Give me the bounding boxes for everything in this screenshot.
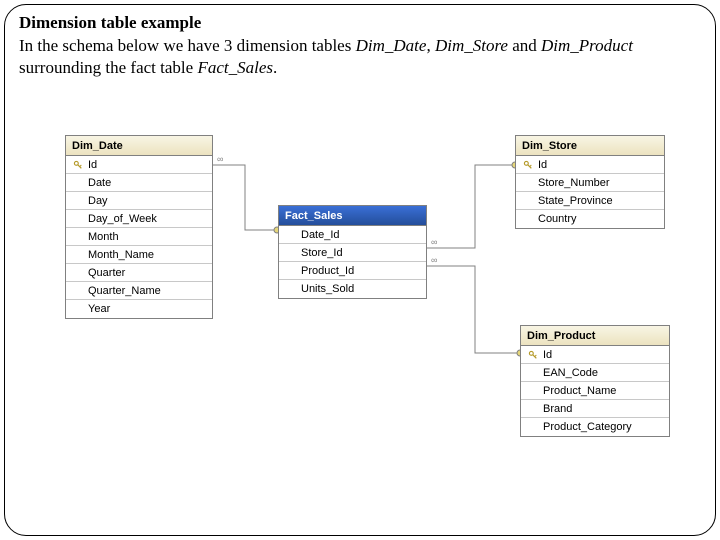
field-name: Product_Name xyxy=(541,385,616,397)
field-name: Product_Id xyxy=(299,265,354,277)
field-row: Country xyxy=(516,210,664,228)
field-name: Id xyxy=(86,159,97,171)
intro-term: Dim_Store xyxy=(435,36,508,55)
table-body: Id Store_Number State_Province Country xyxy=(516,156,664,228)
field-row: Month_Name xyxy=(66,246,212,264)
primary-key-icon xyxy=(525,350,541,360)
field-name: Month_Name xyxy=(86,249,154,261)
primary-key-icon xyxy=(70,160,86,170)
intro-part: and xyxy=(508,36,541,55)
field-name: Country xyxy=(536,213,577,225)
intro-part: . xyxy=(273,58,277,77)
intro-part: surrounding the fact table xyxy=(19,58,197,77)
table-body: Id Date Day Day_of_Week Month Month_Name Quart… xyxy=(66,156,212,318)
intro-term: Fact_Sales xyxy=(197,58,273,77)
field-row: EAN_Code xyxy=(521,364,669,382)
table-body: Id EAN_Code Product_Name Brand Product_Categ… xyxy=(521,346,669,436)
svg-text:∞: ∞ xyxy=(217,154,223,164)
field-name: Date xyxy=(86,177,111,189)
field-row: Brand xyxy=(521,400,669,418)
intro-part: In the schema below we have 3 dimension … xyxy=(19,36,356,55)
table-header: Dim_Date xyxy=(66,136,212,156)
table-dim-product: Dim_Product Id EAN_Code Product_Name Brand P… xyxy=(520,325,670,437)
field-name: Quarter xyxy=(86,267,125,279)
field-row: Id xyxy=(66,156,212,174)
intro-text: In the schema below we have 3 dimension … xyxy=(19,35,701,79)
field-row: Date xyxy=(66,174,212,192)
field-name: Id xyxy=(541,349,552,361)
table-header: Fact_Sales xyxy=(279,206,426,226)
field-name: Day xyxy=(86,195,108,207)
table-dim-date: Dim_Date Id Date Day Day_of_Week Month Month_… xyxy=(65,135,213,319)
field-row: Date_Id xyxy=(279,226,426,244)
field-name: Day_of_Week xyxy=(86,213,157,225)
svg-text:∞: ∞ xyxy=(431,255,437,265)
field-row: Month xyxy=(66,228,212,246)
field-row: State_Province xyxy=(516,192,664,210)
field-row: Product_Name xyxy=(521,382,669,400)
intro-term: Dim_Product xyxy=(541,36,633,55)
field-row: Store_Id xyxy=(279,244,426,262)
field-name: Product_Category xyxy=(541,421,632,433)
field-row: Quarter_Name xyxy=(66,282,212,300)
table-body: Date_Id Store_Id Product_Id Units_Sold xyxy=(279,226,426,298)
field-row: Product_Id xyxy=(279,262,426,280)
field-name: State_Province xyxy=(536,195,613,207)
svg-text:∞: ∞ xyxy=(431,237,437,247)
field-name: Id xyxy=(536,159,547,171)
field-name: Date_Id xyxy=(299,229,340,241)
field-row: Day_of_Week xyxy=(66,210,212,228)
heading: Dimension table example xyxy=(19,13,701,33)
table-header: Dim_Store xyxy=(516,136,664,156)
field-name: EAN_Code xyxy=(541,367,598,379)
primary-key-icon xyxy=(520,160,536,170)
schema-diagram: ∞ ∞ ∞ Dim_Date Id Date Day Day_of_Week Month… xyxy=(35,135,695,515)
field-row: Product_Category xyxy=(521,418,669,436)
field-row: Quarter xyxy=(66,264,212,282)
page-frame: Dimension table example In the schema be… xyxy=(4,4,716,536)
field-row: Id xyxy=(521,346,669,364)
table-header: Dim_Product xyxy=(521,326,669,346)
field-name: Month xyxy=(86,231,119,243)
field-row: Day xyxy=(66,192,212,210)
table-dim-store: Dim_Store Id Store_Number State_Province Co… xyxy=(515,135,665,229)
intro-part: , xyxy=(426,36,435,55)
field-row: Store_Number xyxy=(516,174,664,192)
field-name: Quarter_Name xyxy=(86,285,161,297)
field-row: Id xyxy=(516,156,664,174)
table-fact-sales: Fact_Sales Date_Id Store_Id Product_Id Unit… xyxy=(278,205,427,299)
field-name: Brand xyxy=(541,403,572,415)
field-row: Year xyxy=(66,300,212,318)
field-name: Units_Sold xyxy=(299,283,354,295)
field-name: Store_Id xyxy=(299,247,343,259)
field-name: Year xyxy=(86,303,110,315)
field-name: Store_Number xyxy=(536,177,610,189)
field-row: Units_Sold xyxy=(279,280,426,298)
intro-term: Dim_Date xyxy=(356,36,427,55)
